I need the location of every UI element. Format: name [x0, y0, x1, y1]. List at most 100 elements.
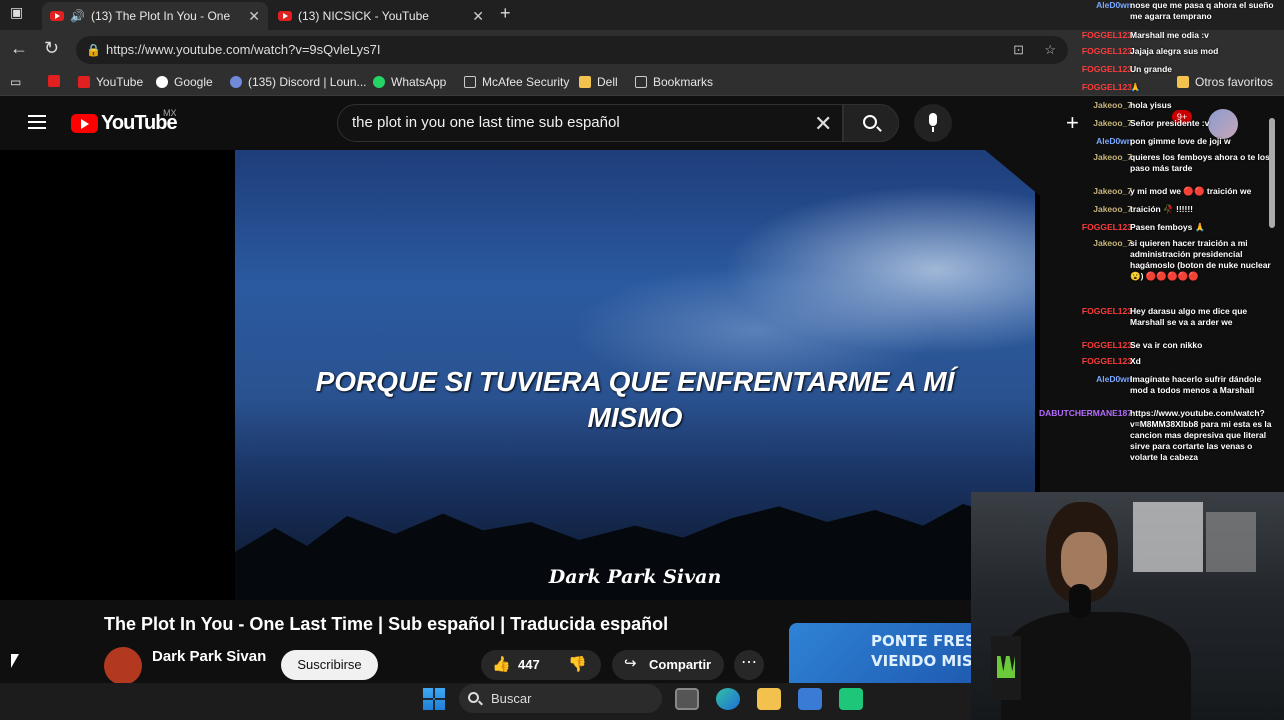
bookmark-label: Google — [174, 75, 213, 89]
page-icon — [464, 76, 476, 88]
promo-line-1: PONTE FRES — [871, 632, 976, 650]
discord-icon — [230, 76, 242, 88]
new-tab-button[interactable]: + — [500, 3, 511, 24]
chat-username: Jakeoo_7 — [1093, 118, 1132, 128]
share-label: Compartir — [649, 657, 712, 672]
google-icon — [156, 76, 168, 88]
chat-username: AleD0wn — [1096, 374, 1132, 384]
bookmark-label: WhatsApp — [391, 75, 447, 89]
back-icon[interactable]: ← — [10, 38, 28, 59]
mouse-cursor — [11, 654, 19, 668]
chat-username: DABUTCHERMANE187 — [1038, 408, 1132, 418]
chat-text: Jajaja alegra sus mod — [1130, 46, 1219, 56]
chat-text: nose que me pasa q ahora el sueño me aga… — [1130, 0, 1274, 21]
tab-title: (13) The Plot In You - One La — [90, 9, 231, 23]
close-tab-icon[interactable]: ✕ — [472, 8, 484, 25]
chat-username: AleD0wn — [1096, 0, 1132, 10]
page-icon — [635, 76, 647, 88]
task-view-icon[interactable] — [675, 688, 699, 710]
dislike-icon[interactable]: 👎 — [568, 655, 587, 673]
address-bar[interactable]: 🔒 https://www.youtube.com/watch?v=9sQvle… — [76, 36, 1068, 64]
chat-text: Pasen femboys 🙏 — [1130, 222, 1206, 232]
bookmark-whatsapp[interactable]: WhatsApp — [373, 75, 446, 89]
chat-text: Xd — [1130, 356, 1141, 366]
chat-username: FOGGEL123 — [1081, 64, 1132, 74]
menu-icon[interactable] — [28, 115, 46, 129]
chat-text: Hey darasu algo me dice que Marshall se … — [1130, 306, 1248, 327]
channel-name[interactable]: Dark Park Sivan — [152, 648, 266, 665]
bookmark-discord[interactable]: (135) Discord | Loun... — [230, 75, 367, 89]
chat-text: Marshall me odia :v — [1130, 30, 1209, 40]
bookmark-label: Dell — [597, 75, 618, 89]
file-explorer-icon[interactable] — [757, 688, 781, 710]
search-button[interactable] — [843, 104, 899, 142]
subscribe-button[interactable]: Suscribirse — [281, 650, 378, 680]
chat-text: 🙏 — [1130, 82, 1141, 92]
video-subtitle: PORQUE SI TUVIERA QUE ENFRENTARME A MÍ M… — [315, 366, 955, 433]
search-icon — [863, 115, 877, 129]
chat-username: Jakeoo_7 — [1093, 100, 1132, 110]
region-label: MX — [163, 108, 177, 118]
chat-username: FOGGEL123 — [1081, 356, 1132, 366]
chat-text: traición 🥀 !!!!!! — [1130, 204, 1193, 214]
search-icon — [468, 692, 479, 703]
chat-text: si quieren hacer traición a mi administr… — [1130, 238, 1271, 281]
more-actions-button[interactable]: ⋯ — [734, 650, 764, 680]
chat-text: y mi mod we 🔴🔴 traición we — [1130, 186, 1252, 196]
like-count: 447 — [518, 657, 540, 672]
bookmark-mcafee[interactable]: McAfee Security — [464, 75, 569, 89]
screen: ▣ 🔊 (13) The Plot In You - One La ✕ (13)… — [0, 0, 1284, 720]
tab-actions-icon[interactable]: ▣ — [10, 4, 23, 21]
youtube-play-icon — [71, 114, 98, 133]
bookmark-label: YouTube — [96, 75, 144, 89]
chat-username: FOGGEL123 — [1081, 46, 1132, 56]
speaker-icon[interactable]: 🔊 — [70, 9, 85, 23]
url-text: https://www.youtube.com/watch?v=9sQvleLy… — [106, 42, 381, 57]
chat-text: Un grande — [1130, 64, 1173, 74]
video-title: The Plot In You - One Last Time | Sub es… — [104, 614, 669, 634]
youtube-icon — [78, 76, 90, 88]
refresh-icon[interactable]: ↻ — [44, 38, 59, 59]
chat-username: FOGGEL123 — [1081, 306, 1132, 316]
tab-active[interactable]: 🔊 (13) The Plot In You - One La ✕ — [42, 2, 268, 30]
promo-banner[interactable]: PONTE FRES VIENDO MIS VI — [789, 623, 979, 683]
youtube-logo[interactable]: YouTube MX — [71, 108, 178, 135]
scrollbar-thumb[interactable] — [1269, 118, 1275, 228]
voice-search-button[interactable] — [914, 104, 952, 142]
chat-username: FOGGEL123 — [1081, 82, 1132, 92]
store-icon[interactable] — [798, 688, 822, 710]
chat-username: FOGGEL123 — [1081, 340, 1132, 350]
bookmark-youtube[interactable]: YouTube — [78, 75, 143, 89]
like-icon[interactable]: 👍 — [492, 655, 511, 673]
clear-search-icon[interactable]: ✕ — [814, 111, 832, 137]
site-info-icon[interactable]: 🔒 — [86, 36, 101, 64]
chat-username: Jakeoo_7 — [1093, 238, 1132, 248]
bookmark-youtube-app[interactable] — [48, 75, 66, 87]
webcam-overlay — [971, 492, 1284, 720]
chat-text: https://www.youtube.com/watch?v=M8MM38XI… — [1130, 408, 1272, 462]
search-input[interactable]: the plot in you one last time sub españo… — [337, 104, 843, 142]
reader-icon[interactable]: ⊡ — [1013, 36, 1024, 64]
tab-inactive[interactable]: (13) NICSICK - YouTube ✕ — [270, 2, 492, 30]
bookmark-dell[interactable]: Dell — [579, 75, 618, 89]
taskbar-search[interactable]: Buscar — [459, 684, 662, 713]
app-icon[interactable] — [839, 688, 863, 710]
bookmark-google[interactable]: Google — [156, 75, 213, 89]
bookmark-label: McAfee Security — [482, 75, 570, 89]
wall-poster — [1133, 502, 1203, 572]
edge-icon[interactable] — [716, 688, 740, 710]
bookmark-label: (135) Discord | Loun... — [248, 75, 367, 89]
bookmarks-menu-icon[interactable]: ▭ — [10, 75, 21, 89]
chat-text: pon gimme love de joji w — [1130, 136, 1231, 146]
bookmark-label: Bookmarks — [653, 75, 714, 89]
bookmark-bookmarks[interactable]: Bookmarks — [635, 75, 713, 89]
chat-text: Imagínate hacerlo sufrir dándole mod a t… — [1130, 374, 1262, 395]
microphone — [1069, 584, 1091, 618]
channel-avatar[interactable] — [104, 647, 142, 685]
energy-drink-can — [991, 636, 1021, 700]
chat-username: Jakeoo_7 — [1093, 204, 1132, 214]
chat-username: Jakeoo_7 — [1093, 186, 1132, 196]
video-watermark: Dark Park Sivan — [548, 566, 722, 588]
taskbar-search-label: Buscar — [491, 691, 532, 706]
close-tab-icon[interactable]: ✕ — [248, 8, 260, 25]
